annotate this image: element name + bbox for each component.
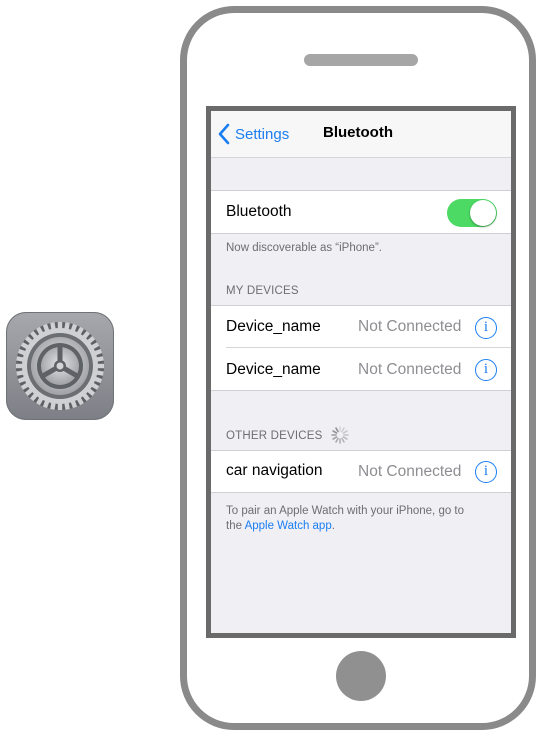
gear-icon <box>16 322 104 410</box>
page-title: Bluetooth <box>323 124 393 141</box>
activity-spinner-icon <box>331 426 349 444</box>
device-status: Not Connected <box>358 361 462 378</box>
device-row[interactable]: Device_name Not Connected i <box>211 305 511 348</box>
device-name: Device_name <box>226 318 321 335</box>
bluetooth-toggle-row: Bluetooth <box>211 190 511 234</box>
device-row[interactable]: Device_name Not Connected i <box>211 348 511 391</box>
back-button-label: Settings <box>235 125 290 143</box>
my-devices-header: MY DEVICES <box>226 285 299 297</box>
info-icon[interactable]: i <box>475 317 497 339</box>
device-status: Not Connected <box>358 318 462 335</box>
back-button[interactable]: Settings <box>217 123 289 145</box>
navigation-bar: Settings Bluetooth <box>211 111 511 158</box>
info-icon[interactable]: i <box>475 359 497 381</box>
apple-watch-footer: To pair an Apple Watch with your iPhone,… <box>226 504 501 534</box>
chevron-left-icon <box>218 123 230 145</box>
device-name: car navigation <box>226 462 323 479</box>
discoverable-text: Now discoverable as “iPhone”. <box>226 242 382 254</box>
phone-screen: Settings Bluetooth Bluetooth Now discove… <box>206 106 516 638</box>
speaker-grille <box>304 54 418 66</box>
bluetooth-label: Bluetooth <box>226 203 292 220</box>
device-name: Device_name <box>226 361 321 378</box>
footer-text: To pair an Apple Watch with your iPhone,… <box>226 505 465 517</box>
bluetooth-toggle[interactable] <box>447 199 497 227</box>
device-status: Not Connected <box>358 463 462 480</box>
settings-app-icon[interactable] <box>6 312 114 420</box>
home-button[interactable] <box>336 651 386 701</box>
footer-text-prefix: the <box>226 520 245 532</box>
info-icon[interactable]: i <box>475 461 497 483</box>
apple-watch-app-link[interactable]: Apple Watch app <box>245 520 332 532</box>
footer-text-suffix: . <box>331 520 335 532</box>
toggle-knob <box>470 200 496 226</box>
other-devices-header: OTHER DEVICES <box>226 430 323 442</box>
device-row[interactable]: car navigation Not Connected i <box>211 450 511 493</box>
